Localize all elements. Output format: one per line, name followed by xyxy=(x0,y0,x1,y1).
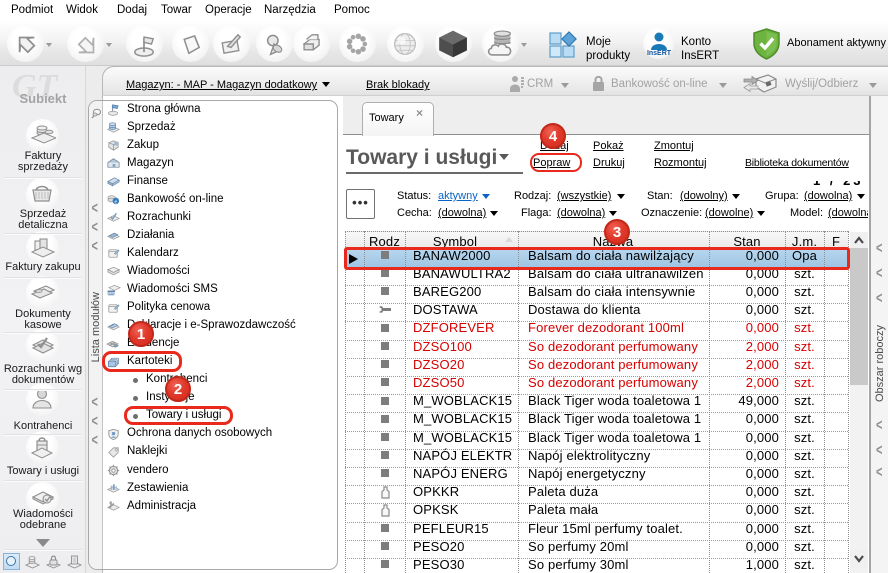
svg-text:SMS: SMS xyxy=(107,290,116,295)
svg-text:e: e xyxy=(114,200,117,206)
